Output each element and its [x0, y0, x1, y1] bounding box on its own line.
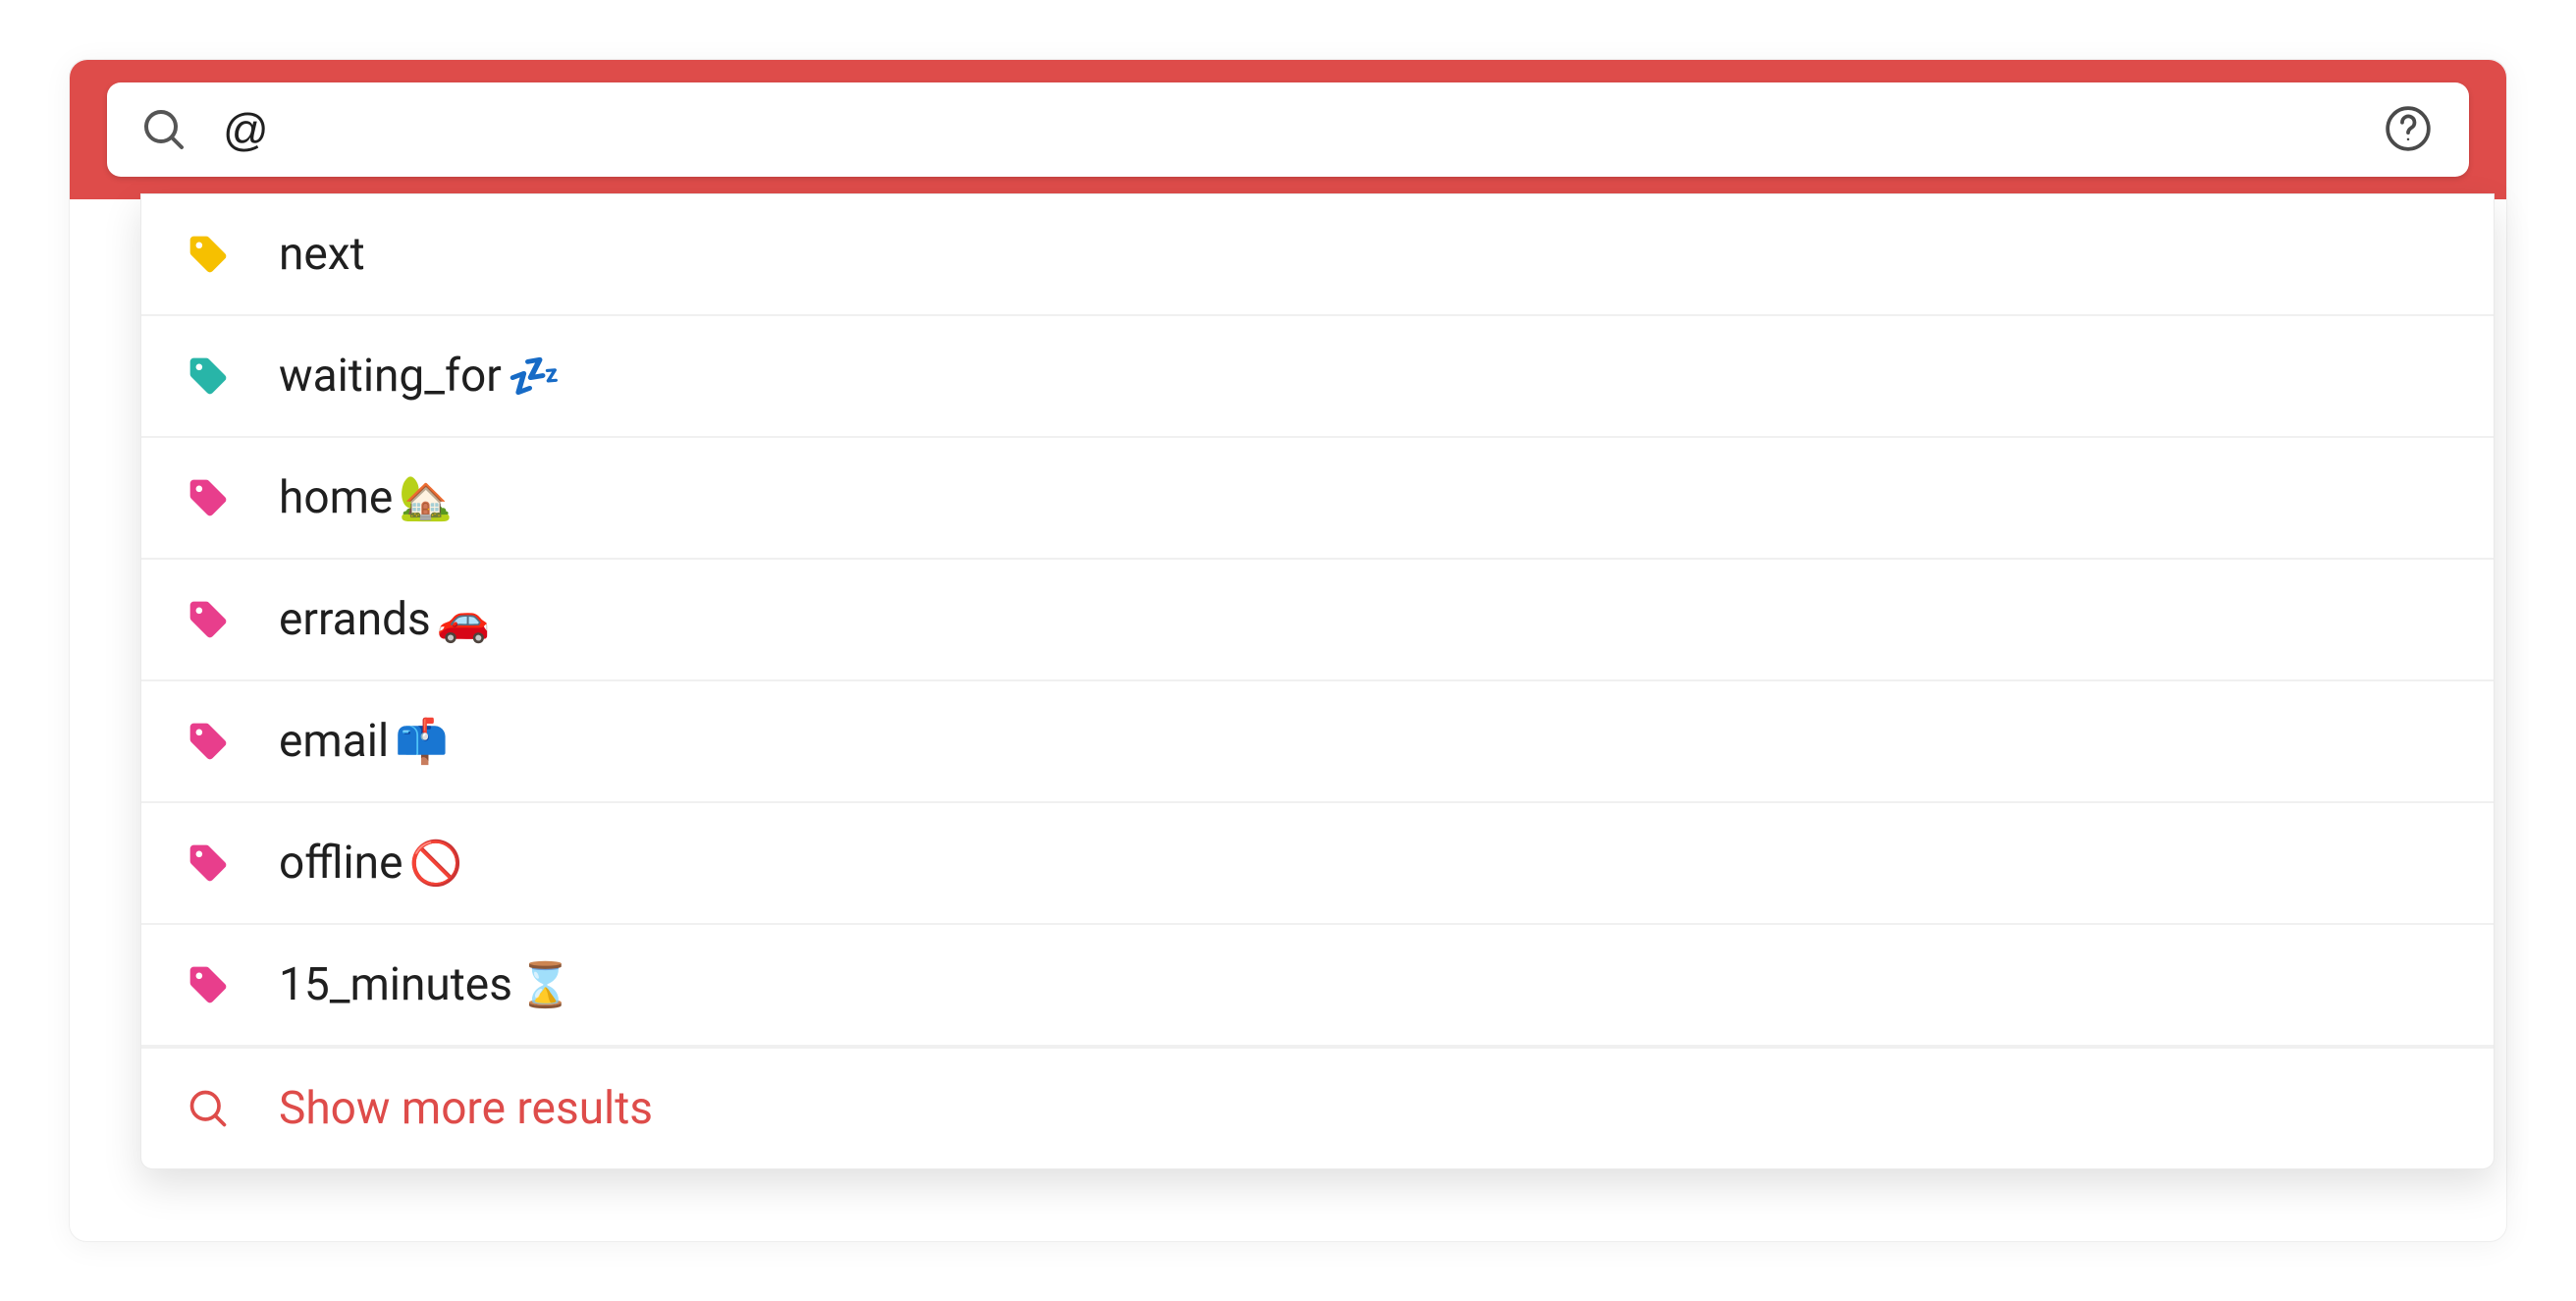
- dropdown-item-offline[interactable]: offline🚫: [141, 803, 2494, 925]
- list-item-label: waiting_for💤: [279, 350, 562, 403]
- dropdown-item-next[interactable]: next: [141, 194, 2494, 316]
- dropdown-item-errands[interactable]: errands🚗: [141, 560, 2494, 681]
- list-item-label: email📫: [279, 715, 449, 768]
- list-item-label: errands🚗: [279, 593, 491, 646]
- tag-icon: [185, 961, 232, 1008]
- dropdown-item-waiting-for[interactable]: waiting_for💤: [141, 316, 2494, 438]
- search-input[interactable]: [223, 103, 2345, 156]
- tag-icon: [185, 840, 232, 887]
- dropdown-item-15-minutes[interactable]: 15_minutes⌛: [141, 925, 2494, 1047]
- list-item-label: offline🚫: [279, 837, 462, 890]
- tag-icon: [185, 596, 232, 643]
- dropdown-item-email[interactable]: email📫: [141, 681, 2494, 803]
- tag-icon: [185, 352, 232, 400]
- list-item-label: home🏡: [279, 471, 453, 524]
- dropdown-item-home[interactable]: home🏡: [141, 438, 2494, 560]
- search-icon: [185, 1085, 232, 1132]
- tag-icon: [185, 231, 232, 278]
- tag-icon: [185, 718, 232, 765]
- list-item-label: 15_minutes⌛: [279, 958, 572, 1011]
- show-more-label: Show more results: [279, 1082, 653, 1135]
- search-icon: [140, 106, 188, 153]
- titlebar: [70, 60, 2506, 199]
- searchbar: [107, 82, 2469, 177]
- show-more-button[interactable]: Show more results: [141, 1047, 2494, 1168]
- list-item-label: next: [279, 228, 371, 281]
- tag-icon: [185, 474, 232, 521]
- app-card: next waiting_for💤: [69, 59, 2507, 1242]
- help-icon: [2384, 104, 2433, 156]
- help-button[interactable]: [2381, 102, 2436, 157]
- autocomplete-dropdown: next waiting_for💤: [140, 193, 2495, 1169]
